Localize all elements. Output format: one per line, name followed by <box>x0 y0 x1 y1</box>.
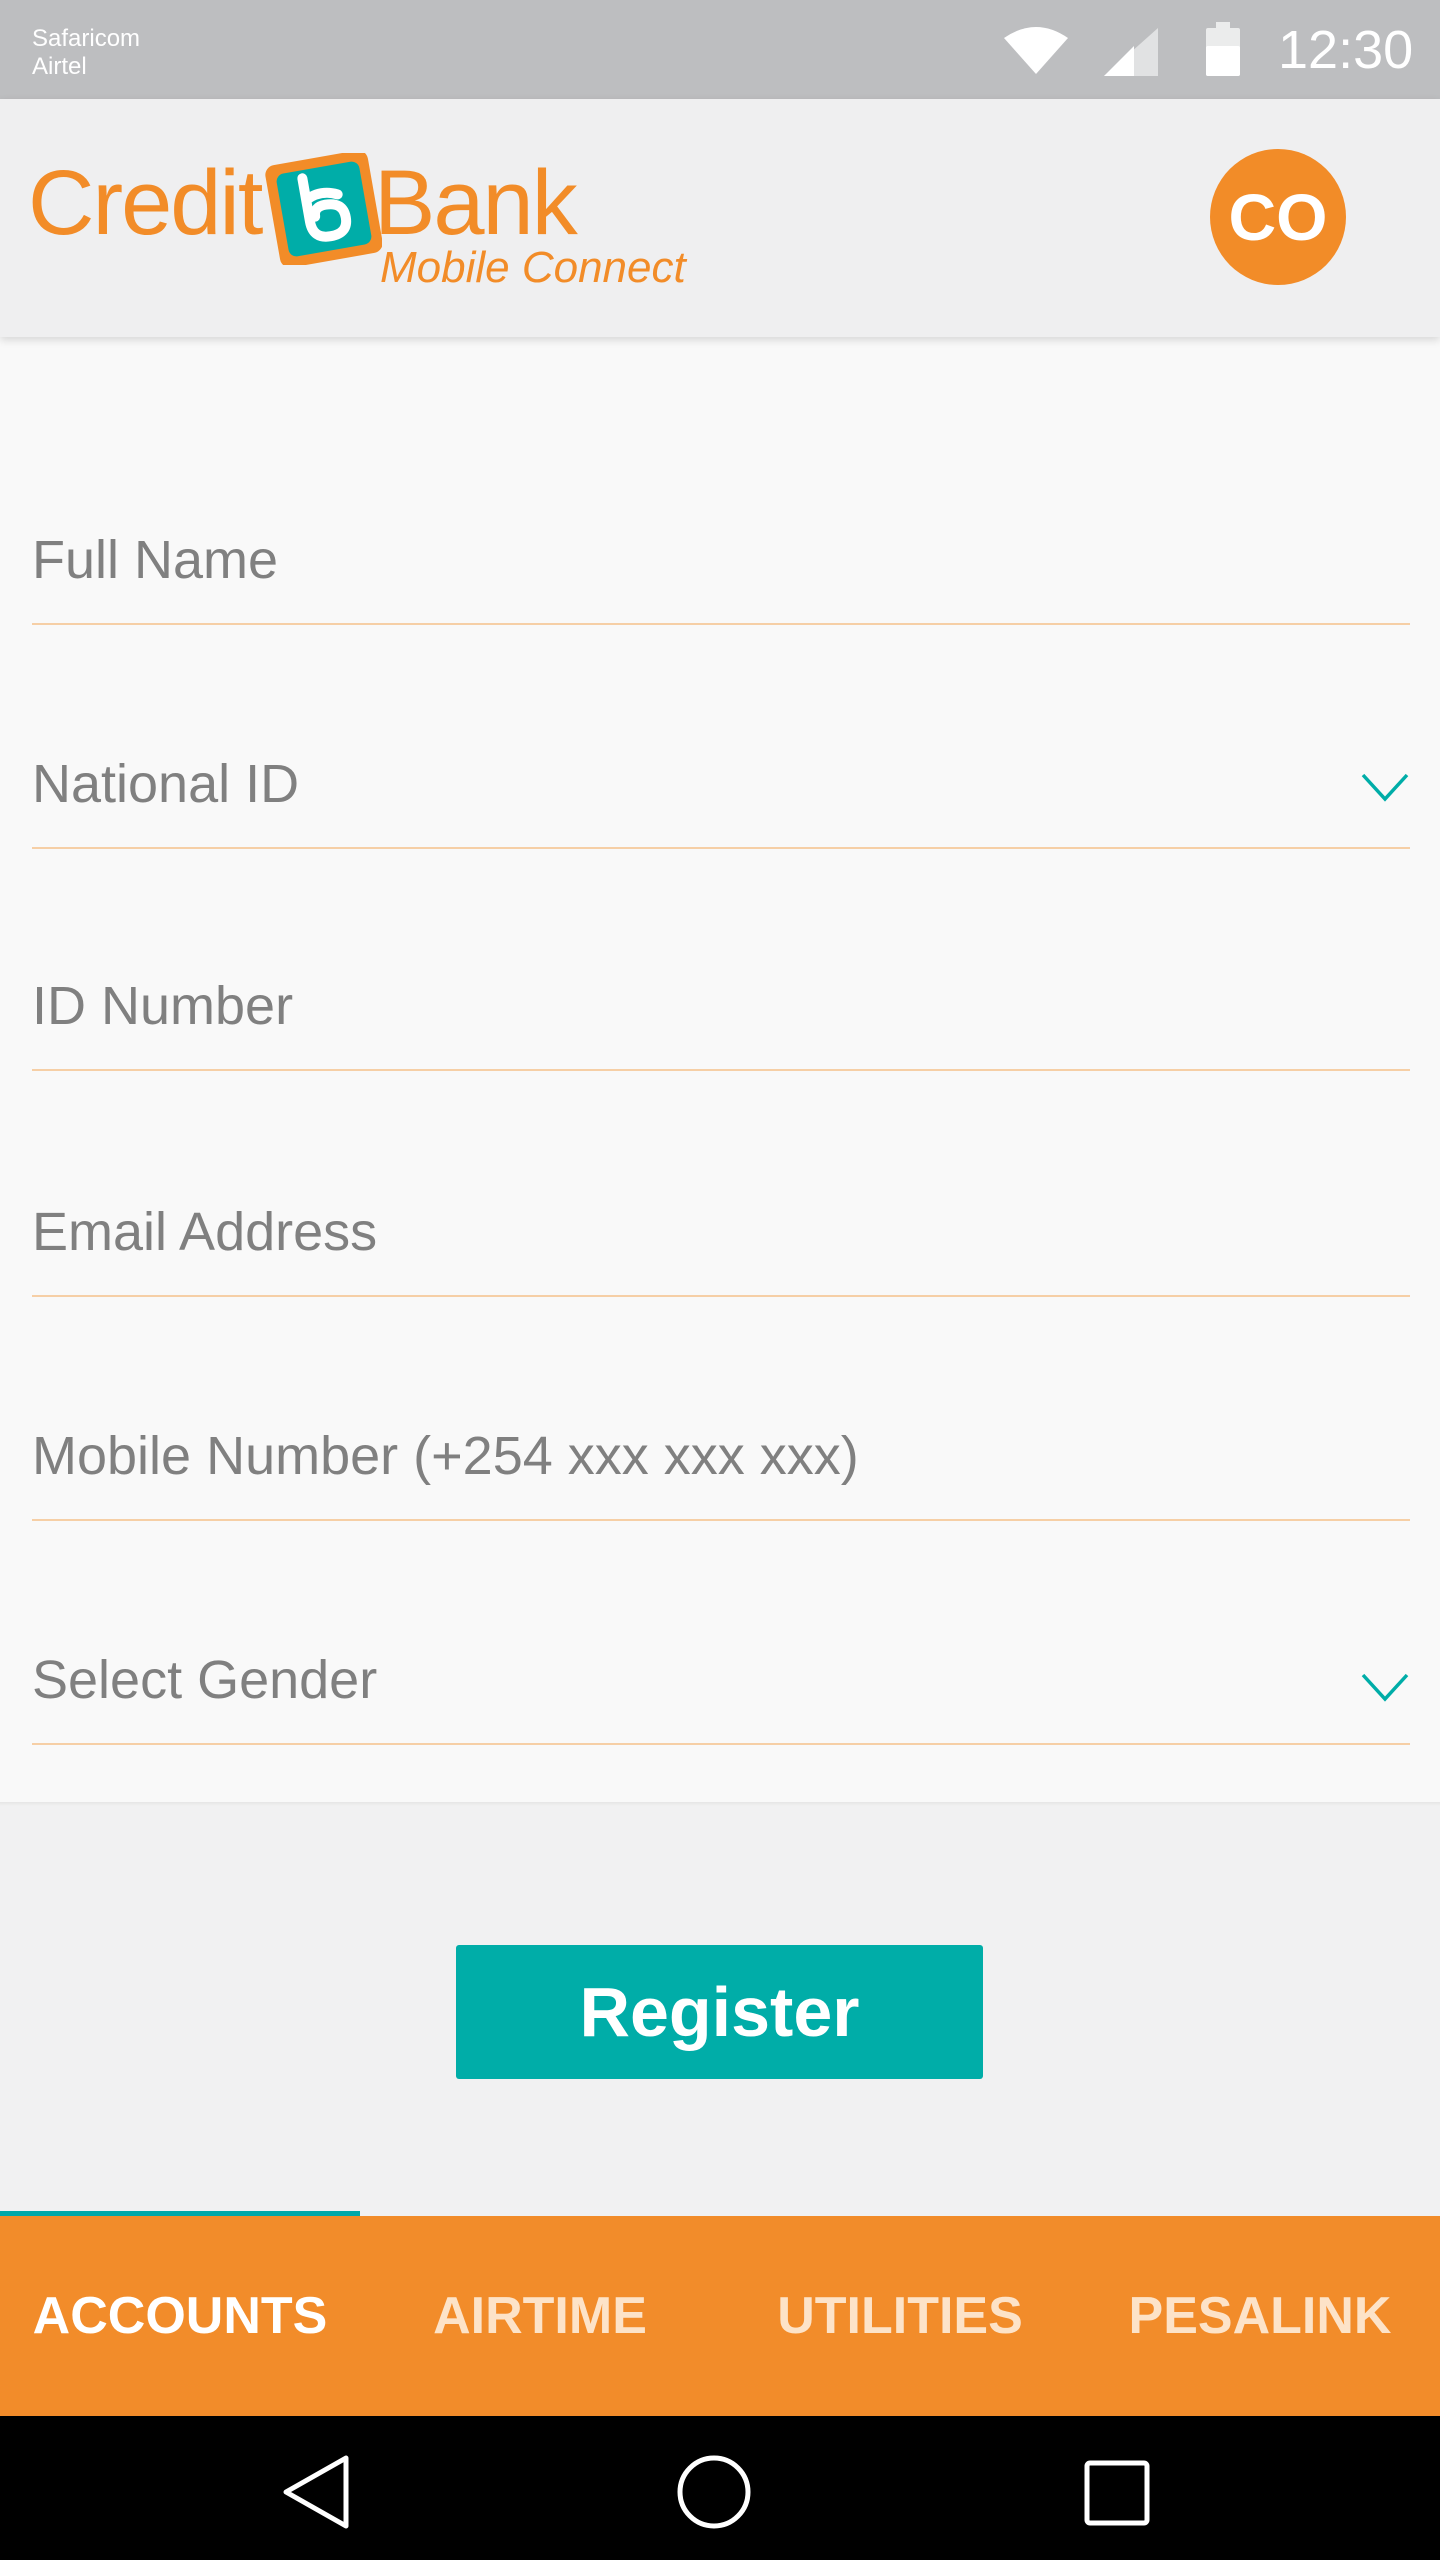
chevron-down-icon[interactable] <box>1360 1671 1410 1703</box>
national-id-placeholder: National ID <box>32 754 300 814</box>
carrier-2: Airtel <box>32 53 87 80</box>
gender-select[interactable]: Select Gender <box>32 1597 1410 1745</box>
email-address-field[interactable]: Email Address <box>32 1149 1410 1297</box>
back-icon[interactable] <box>280 2454 352 2530</box>
home-icon[interactable] <box>676 2454 752 2530</box>
status-clock: 12:30 <box>1278 20 1414 80</box>
battery-icon <box>1206 22 1240 76</box>
register-button[interactable]: Register <box>456 1945 983 2079</box>
tab-pesalink[interactable]: PESALINK <box>1080 2216 1440 2416</box>
chevron-down-icon[interactable] <box>1360 771 1410 803</box>
logo-word-credit: Credit <box>28 152 263 254</box>
credit-bank-logo[interactable]: Credit Bank Mobile Connect <box>28 145 728 295</box>
bottom-tab-bar: ACCOUNTS AIRTIME UTILITIES PESALINK <box>0 2216 1440 2416</box>
user-avatar[interactable]: CO <box>1210 149 1346 285</box>
tab-airtime[interactable]: AIRTIME <box>360 2216 720 2416</box>
recents-icon[interactable] <box>1084 2460 1150 2526</box>
logo-mark-icon <box>265 153 382 265</box>
logo-tagline: Mobile Connect <box>380 243 686 292</box>
carrier-1: Safaricom <box>32 25 141 52</box>
tab-utilities[interactable]: UTILITIES <box>720 2216 1080 2416</box>
full-name-placeholder: Full Name <box>32 530 279 590</box>
app-header: Credit Bank Mobile Connect CO <box>0 99 1440 337</box>
id-number-field[interactable]: ID Number <box>32 923 1410 1071</box>
action-area: Register <box>0 1806 1440 2216</box>
national-id-select[interactable]: National ID <box>32 701 1410 849</box>
mobile-number-placeholder: Mobile Number (+254 xxx xxx xxx) <box>32 1426 859 1486</box>
logo-word-bank: Bank <box>374 152 578 254</box>
mobile-number-field[interactable]: Mobile Number (+254 xxx xxx xxx) <box>32 1373 1410 1521</box>
wifi-icon <box>1004 27 1068 74</box>
email-address-placeholder: Email Address <box>32 1202 378 1262</box>
registration-form: Full Name National ID ID Number Email Ad… <box>0 337 1440 1805</box>
tab-accounts[interactable]: ACCOUNTS <box>0 2216 360 2416</box>
carrier-names: Safaricom Airtel <box>32 25 140 81</box>
full-name-field[interactable]: Full Name <box>32 477 1410 625</box>
gender-placeholder: Select Gender <box>32 1650 378 1710</box>
status-bar: Safaricom Airtel 12:30 <box>0 0 1440 99</box>
signal-icon <box>1104 28 1158 76</box>
id-number-placeholder: ID Number <box>32 976 294 1036</box>
android-nav-bar <box>0 2416 1440 2560</box>
